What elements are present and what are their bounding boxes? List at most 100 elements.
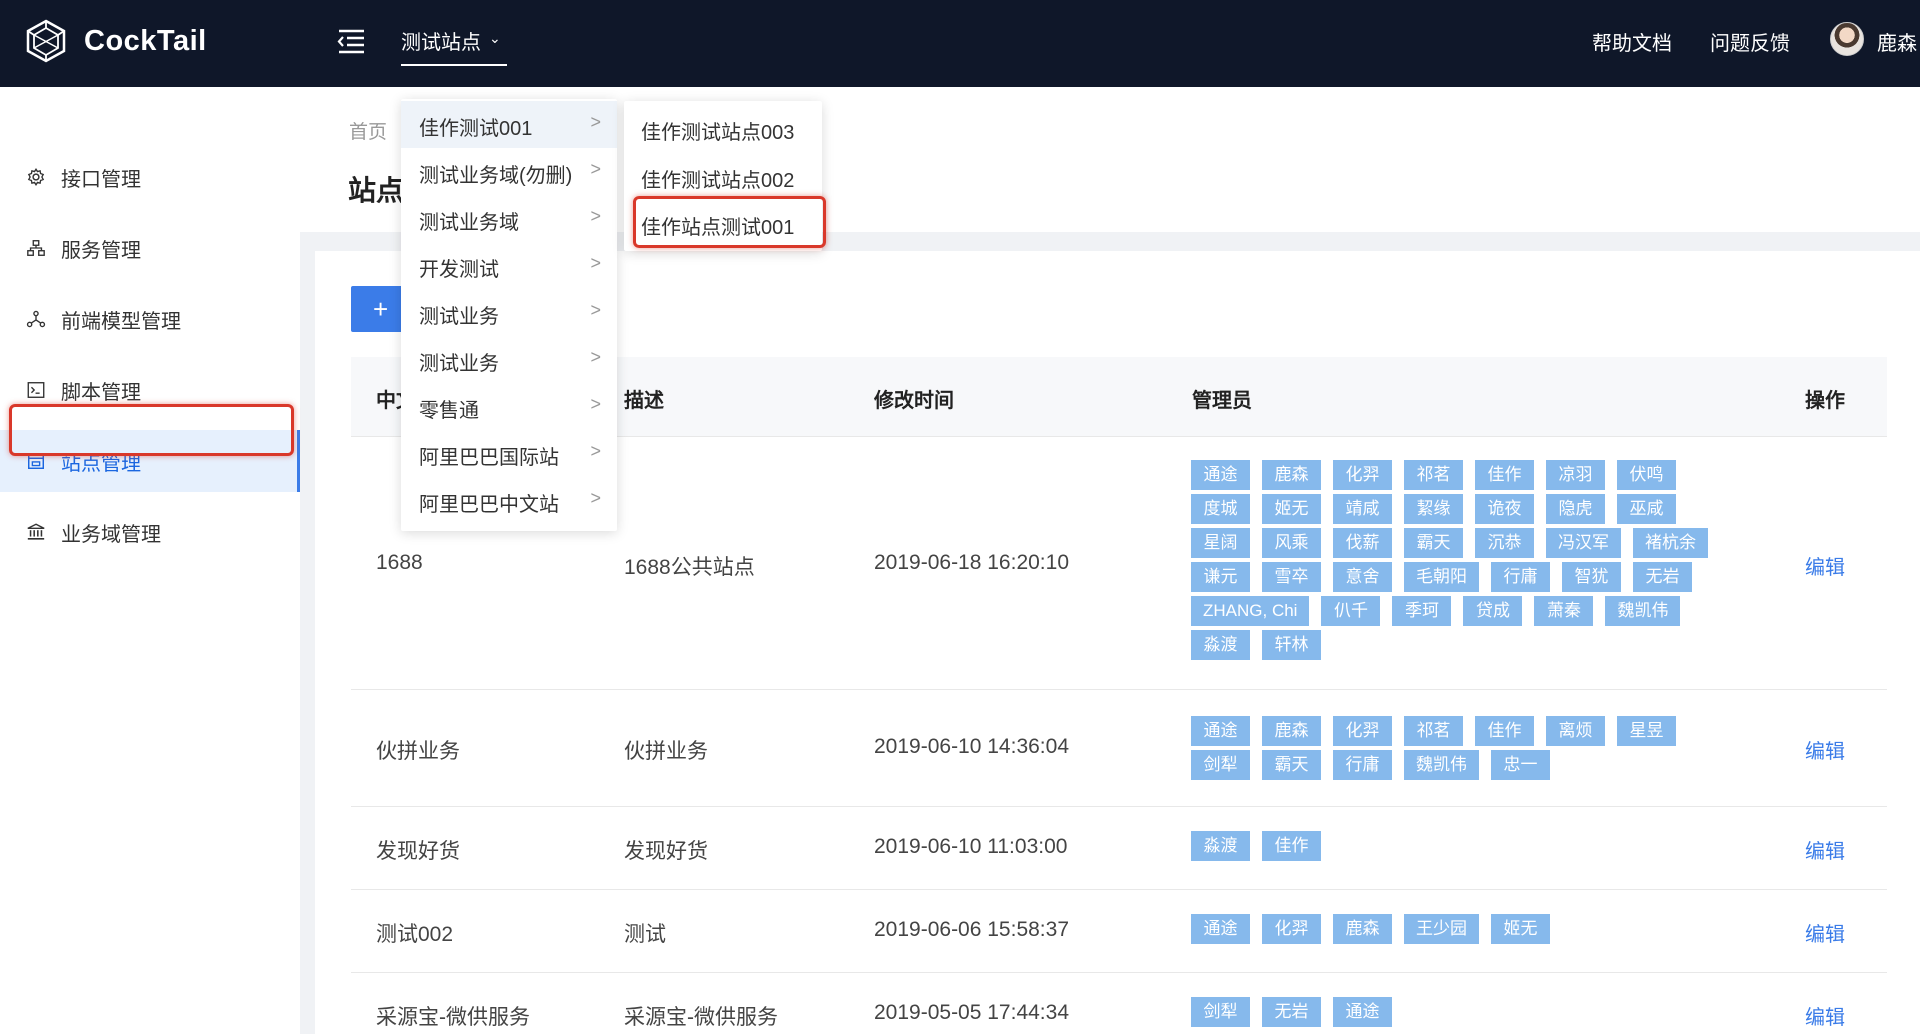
sitemap-icon (25, 237, 47, 259)
cascader-option[interactable]: 零售通 > (401, 383, 617, 430)
site-select-underline (401, 64, 507, 66)
avatar[interactable] (1830, 22, 1864, 56)
cascader-option[interactable]: 测试业务域 > (401, 195, 617, 242)
admin-tag: 伐薪 (1333, 528, 1392, 558)
cascader-option[interactable]: 开发测试 > (401, 242, 617, 289)
admin-tag: 沉恭 (1475, 528, 1534, 558)
admin-tag: 魏凯伟 (1605, 596, 1681, 626)
sidebar-item-business-domain[interactable]: 业务域管理 (0, 501, 300, 563)
logo[interactable]: CockTail (24, 18, 207, 64)
chevron-right-icon: > (590, 441, 601, 461)
cell-description: 1688公共站点 (624, 556, 755, 579)
admin-tag: 姬无 (1262, 494, 1321, 524)
cascader-option[interactable]: 佳作测试001 > (401, 101, 617, 148)
edit-link[interactable]: 编辑 (1805, 1001, 1845, 1030)
admin-tag: 祁茗 (1404, 460, 1463, 490)
help-docs-link[interactable]: 帮助文档 (1592, 27, 1672, 56)
chevron-right-icon: > (590, 488, 601, 508)
admin-tag: 星阔 (1191, 528, 1250, 558)
site-select-label: 测试站点 (401, 32, 481, 54)
cascader-site-option[interactable]: 佳作测试站点003 (641, 116, 794, 145)
admin-tag: 鹿森 (1262, 716, 1321, 746)
admin-tag: 星昱 (1617, 716, 1676, 746)
admin-tag: 凉羽 (1546, 460, 1605, 490)
cascader-option-label: 零售通 (419, 400, 479, 422)
admin-tag: 通途 (1191, 914, 1250, 944)
admin-tag: 淼渡 (1191, 831, 1250, 861)
cell-modified-time: 2019-06-18 16:20:10 (874, 551, 1069, 574)
edit-link[interactable]: 编辑 (1805, 551, 1845, 580)
cell-modified-time: 2019-05-05 17:44:34 (874, 1001, 1069, 1024)
cell-site-name: 测试002 (376, 923, 454, 946)
admin-tag: 行庸 (1491, 562, 1550, 592)
sidebar-item-api[interactable]: 接口管理 (0, 146, 300, 208)
chevron-right-icon: > (590, 300, 601, 320)
feedback-link[interactable]: 问题反馈 (1710, 27, 1790, 56)
chevron-down-icon: ⌄ (489, 30, 501, 46)
sidebar-item-label: 服务管理 (61, 239, 141, 262)
site-cascader-level1: 佳作测试001 > 测试业务域(勿删) > 测试业务域 > 开发测试 > 测试业… (401, 99, 617, 531)
cascader-option[interactable]: 测试业务域(勿删) > (401, 148, 617, 195)
menu-collapse-icon[interactable] (336, 28, 366, 54)
table-row: 伙拼业务 伙拼业务 2019-06-10 14:36:04 通途 鹿森 化羿 祁茗 佳作 离烦星… (351, 690, 1887, 807)
admin-tag: 无岩 (1633, 562, 1692, 592)
admin-tag: 萧秦 (1534, 596, 1594, 626)
user-name[interactable]: 鹿森 (1877, 27, 1917, 56)
admin-tag-list: 通途 鹿森 化羿 祁茗 佳作 凉羽 伏鸣 度城 姬无 靖咸 絜缘 诡夜 隐虎 巫咸 星阔 风乘 伐薪 霸天 沉恭 冯汉… (1191, 460, 1751, 664)
admin-tag: 风乘 (1262, 528, 1321, 558)
chevron-right-icon: > (590, 253, 601, 273)
cascader-option-label: 测试业务域(勿删) (419, 165, 573, 187)
site-cascader-level2: 佳作测试站点003 佳作测试站点002 佳作站点测试001 (624, 101, 822, 251)
cascader-option-label: 阿里巴巴中文站 (419, 494, 559, 516)
admin-tag: 佳作 (1475, 716, 1534, 746)
sidebar-item-service[interactable]: 服务管理 (0, 217, 300, 279)
cascader-option-label: 阿里巴巴国际站 (419, 447, 559, 469)
admin-tag: 伏鸣 (1617, 460, 1676, 490)
store-icon (25, 450, 47, 472)
cascader-option[interactable]: 阿里巴巴国际站 > (401, 430, 617, 477)
admin-tag: 化羿 (1333, 716, 1392, 746)
page-title: 站点 (348, 175, 405, 206)
admin-tag: 谦元 (1191, 562, 1250, 592)
cascader-option[interactable]: 测试业务 > (401, 289, 617, 336)
gear-icon (25, 166, 47, 188)
cell-description: 采源宝-微供服务 (624, 1006, 778, 1029)
cascader-site-option[interactable]: 佳作测试站点002 (641, 164, 794, 193)
admin-tag: 通途 (1333, 997, 1392, 1027)
table-row: 采源宝-微供服务 采源宝-微供服务 2019-05-05 17:44:34 剑犁 无岩通… (351, 973, 1887, 1034)
cell-modified-time: 2019-06-06 15:58:37 (874, 918, 1069, 941)
logo-text: CockTail (84, 24, 207, 57)
sidebar-item-site[interactable]: 站点管理 (0, 430, 300, 492)
column-header-actions: 操作 (1805, 390, 1845, 412)
admin-tag: 冯汉军 (1546, 528, 1621, 558)
admin-tag: 忠一 (1491, 750, 1550, 780)
column-header-admins: 管理员 (1192, 390, 1252, 412)
admin-tag: 姬无 (1491, 914, 1550, 944)
cascader-site-option[interactable]: 佳作站点测试001 (641, 211, 794, 240)
admin-tag: 霸天 (1262, 750, 1321, 780)
admin-tag-list: 淼渡 佳作 (1191, 831, 1751, 865)
admin-tag: 鹿森 (1333, 914, 1392, 944)
admin-tag: 祁茗 (1404, 716, 1463, 746)
cascader-option-label: 测试业务域 (419, 212, 519, 234)
edit-link[interactable]: 编辑 (1805, 835, 1845, 864)
admin-tag: 行庸 (1333, 750, 1392, 780)
cell-description: 发现好货 (624, 840, 708, 863)
sidebar-item-frontend-model[interactable]: 前端模型管理 (0, 288, 300, 350)
chevron-right-icon: > (590, 394, 601, 414)
cascader-option[interactable]: 测试业务 > (401, 336, 617, 383)
edit-link[interactable]: 编辑 (1805, 918, 1845, 947)
edit-link[interactable]: 编辑 (1805, 735, 1845, 764)
sidebar-item-label: 业务域管理 (61, 523, 161, 546)
admin-tag: 剑犁 (1191, 750, 1250, 780)
breadcrumb[interactable]: 首页 (349, 117, 387, 144)
cascader-option[interactable]: 阿里巴巴中文站 > (401, 477, 617, 524)
admin-tag: 贷成 (1463, 596, 1523, 626)
site-select-dropdown[interactable]: 测试站点 ⌄ (401, 26, 501, 55)
column-header-desc: 描述 (624, 390, 664, 412)
admin-tag: 剑犁 (1191, 997, 1250, 1027)
sidebar-item-label: 接口管理 (61, 168, 141, 191)
sidebar-item-script[interactable]: 脚本管理 (0, 359, 300, 421)
sidebar-item-label: 站点管理 (61, 452, 141, 475)
admin-tag: 轩林 (1262, 630, 1321, 660)
